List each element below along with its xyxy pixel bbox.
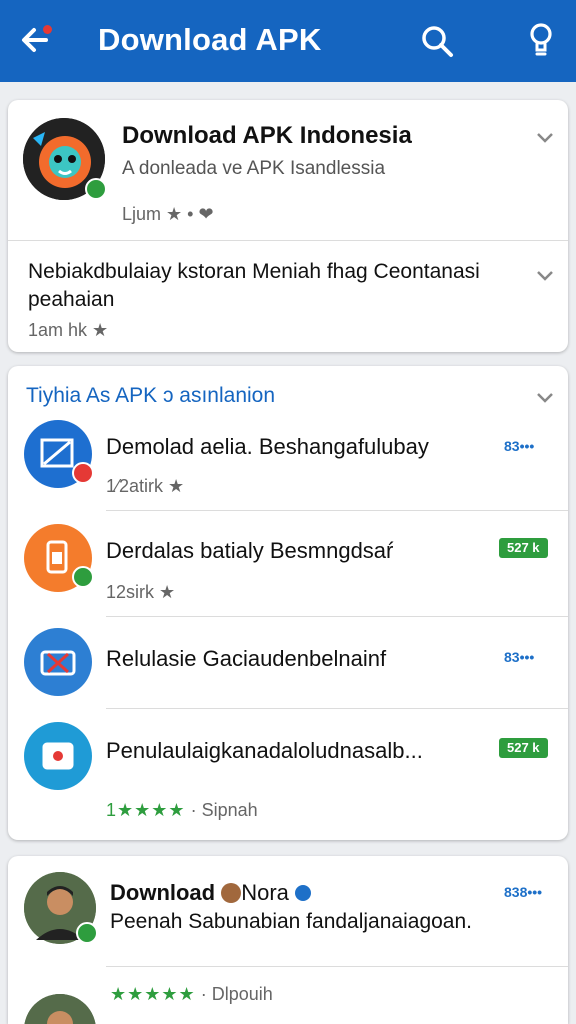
rating-stars: 1★★★★: [106, 800, 186, 820]
app-title: Penulaulaiɡkanadaloludnasalb...: [106, 738, 423, 763]
app-subtitle: A donleada ve APK Isandlessia: [122, 158, 386, 179]
app-icon: [24, 524, 94, 592]
chevron-down-icon[interactable]: [535, 130, 555, 144]
author-avatar-icon: [221, 883, 242, 903]
review-meta: Dlpouih: [211, 984, 273, 1004]
review-rating: ★★★★★ · Dlpouih: [110, 984, 273, 1005]
divider: [106, 966, 568, 967]
review-text: Peenah Sabunabian fandaljanaiagoan.: [110, 910, 472, 933]
app-title: Demolad aelia. Beshangafulubay: [106, 434, 429, 459]
chevron-down-icon[interactable]: [535, 390, 555, 404]
app-icon: [24, 420, 94, 488]
separator: ·: [190, 800, 202, 820]
description-meta: 1am hk ★: [28, 320, 109, 340]
separator: ·: [200, 984, 212, 1004]
author-suffix: Nora: [241, 880, 289, 905]
divider: [106, 616, 568, 617]
size-badge: 527 k: [499, 738, 548, 758]
app-rating: 1★★★★ · Sipnah: [106, 800, 258, 821]
app-meta: Ljum ★ • ❤: [122, 204, 214, 224]
author-name: Download: [110, 880, 216, 905]
download-count: 838•••: [504, 884, 543, 900]
reviews-card: Download Nora 838••• Peenah Sabunabian f…: [8, 856, 568, 1024]
app-title: Derdalas batialy Besmngdsaŕ: [106, 538, 394, 563]
app-meta: Sipnah: [201, 800, 258, 820]
app-meta: 1⁄2atirk ★: [106, 476, 185, 496]
app-logo: [23, 118, 107, 200]
app-name: Download APK Indonesia: [122, 122, 412, 149]
divider: [106, 708, 568, 709]
app-header-card: Download APK Indonesia A donleada ve APK…: [8, 100, 568, 352]
divider: [106, 510, 568, 511]
app-icon: [24, 628, 92, 696]
back-arrow-icon[interactable]: [18, 22, 58, 58]
app-description: Nebiakdbulaiay kstoran Meniah fhag Ceont…: [28, 260, 480, 311]
size-badge: 527 k: [499, 538, 548, 558]
app-meta: 12sirk ★: [106, 582, 176, 602]
notification-dot: [43, 25, 52, 34]
app-icon: [24, 722, 92, 790]
chevron-down-icon[interactable]: [535, 268, 555, 282]
status-badge-icon: [72, 462, 94, 484]
avatar: [24, 872, 98, 944]
apps-section-card: Tiyhia As APK ᴐ asınlanion Demolad aelia…: [8, 366, 568, 840]
app-bar: Download APK: [0, 0, 576, 82]
verified-badge-icon: [72, 566, 94, 588]
verified-badge-icon: [85, 178, 107, 200]
divider: [8, 240, 568, 241]
rating-stars: ★★★★★: [110, 984, 196, 1004]
avatar: [24, 994, 96, 1024]
download-count: 83•••: [504, 649, 535, 665]
app-title: Download APK: [98, 22, 322, 57]
download-count: 83•••: [504, 438, 535, 454]
verified-icon: [295, 885, 312, 901]
lightbulb-icon[interactable]: [526, 22, 556, 58]
review-author: Download Nora: [110, 880, 312, 906]
search-icon[interactable]: [420, 24, 454, 58]
section-title: Tiyhia As APK ᴐ asınlanion: [26, 384, 276, 407]
verified-badge-icon: [76, 922, 98, 944]
app-title: Relulasie Gaciaudenbelnainf: [106, 646, 387, 671]
